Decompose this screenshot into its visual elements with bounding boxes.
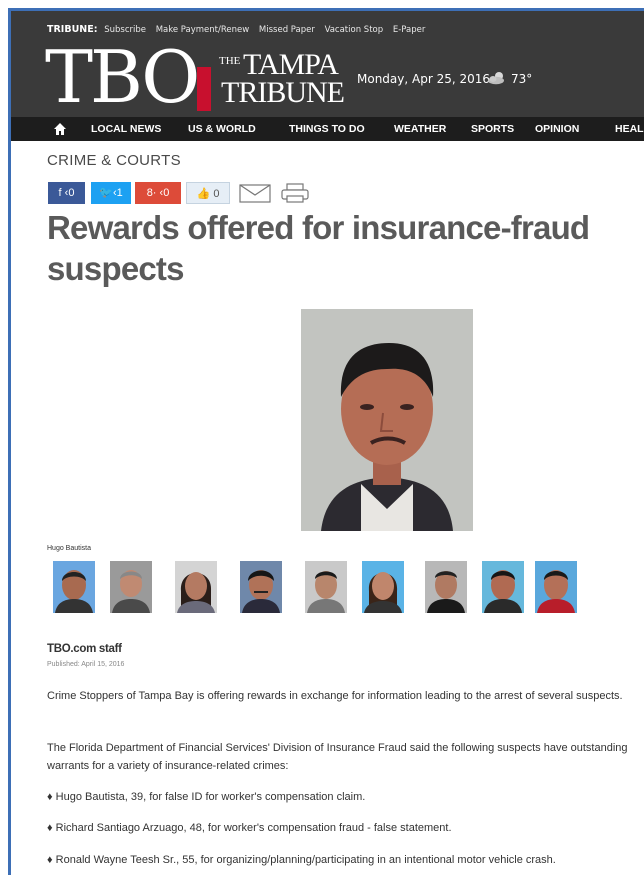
main-nav: LOCAL NEWS US & WORLD THINGS TO DO WEATH… <box>11 117 644 141</box>
logo-red-bar <box>197 67 211 111</box>
browser-frame: TRIBUNE: Subscribe Make Payment/Renew Mi… <box>8 8 644 875</box>
like-count: 0 <box>213 188 220 200</box>
top-links: TRIBUNE: Subscribe Make Payment/Renew Mi… <box>47 24 432 35</box>
temperature: 73° <box>511 72 533 86</box>
nav-sports[interactable]: SPORTS <box>471 123 514 135</box>
logo-tribune: TRIBUNE <box>221 76 345 109</box>
missed-paper-link[interactable]: Missed Paper <box>259 25 315 35</box>
nav-things-to-do[interactable]: THINGS TO DO <box>289 123 365 135</box>
article-paragraph-1: Crime Stoppers of Tampa Bay is offering … <box>47 690 623 702</box>
suspect-thumbnail-1[interactable] <box>53 561 95 613</box>
suspect-thumbnail-7[interactable] <box>425 561 467 613</box>
tbo-logo[interactable]: TBO <box>45 41 200 113</box>
cloud-sun-icon <box>488 72 504 85</box>
suspect-thumbnail-4[interactable] <box>240 561 282 613</box>
nav-weather[interactable]: WEATHER <box>394 123 446 135</box>
suspect-thumbnail-6[interactable] <box>362 561 404 613</box>
vacation-stop-link[interactable]: Vacation Stop <box>325 25 384 35</box>
logo-the: THE <box>219 55 241 67</box>
nav-opinion[interactable]: OPINION <box>535 123 579 135</box>
print-icon[interactable] <box>279 182 311 204</box>
suspect-thumbnail-5[interactable] <box>305 561 347 613</box>
nav-local-news[interactable]: LOCAL NEWS <box>91 123 161 135</box>
article-headline: Rewards offered for insurance-fraud susp… <box>47 209 590 287</box>
suspect-photo[interactable] <box>301 309 473 531</box>
thumbs-up-icon: 👍 <box>196 188 211 200</box>
article-byline[interactable]: TBO.com staff <box>47 643 122 655</box>
nav-us-world[interactable]: US & WORLD <box>188 123 256 135</box>
home-icon[interactable] <box>53 122 67 136</box>
suspect-thumbnail-8[interactable] <box>482 561 524 613</box>
facebook-share-button[interactable]: f ‹0 <box>48 182 85 204</box>
like-button[interactable]: 👍 0 <box>186 182 230 204</box>
suspect-bullet-3: ♦ Ronald Wayne Teesh Sr., 55, for organi… <box>47 854 556 866</box>
suspect-bullet-1: ♦ Hugo Bautista, 39, for false ID for wo… <box>47 791 366 803</box>
epaper-link[interactable]: E-Paper <box>393 25 426 35</box>
nav-health[interactable]: HEAL <box>615 123 644 135</box>
suspect-thumbnail-2[interactable] <box>110 561 152 613</box>
suspect-thumbnail-9[interactable] <box>535 561 577 613</box>
payment-link[interactable]: Make Payment/Renew <box>156 25 250 35</box>
article-paragraph-2: The Florida Department of Financial Serv… <box>47 742 628 772</box>
twitter-share-button[interactable]: 🐦‹1 <box>91 182 131 204</box>
section-label[interactable]: CRIME & COURTS <box>47 152 181 169</box>
date-display: Monday, Apr 25, 2016 <box>357 72 491 86</box>
googleplus-share-button[interactable]: 8· ‹0 <box>135 182 181 204</box>
site-header: TRIBUNE: Subscribe Make Payment/Renew Mi… <box>11 11 644 121</box>
published-date: Published: April 15, 2016 <box>47 661 125 668</box>
mail-icon[interactable] <box>239 184 271 203</box>
tribune-brand: TRIBUNE: <box>47 24 98 35</box>
mugshot-image <box>301 309 473 531</box>
photo-caption: Hugo Bautista <box>47 545 91 552</box>
logo-tampa: TAMPA <box>243 48 339 81</box>
suspect-bullet-2: ♦ Richard Santiago Arzuago, 48, for work… <box>47 822 452 834</box>
subscribe-link[interactable]: Subscribe <box>104 25 146 35</box>
suspect-thumbnail-3[interactable] <box>175 561 217 613</box>
